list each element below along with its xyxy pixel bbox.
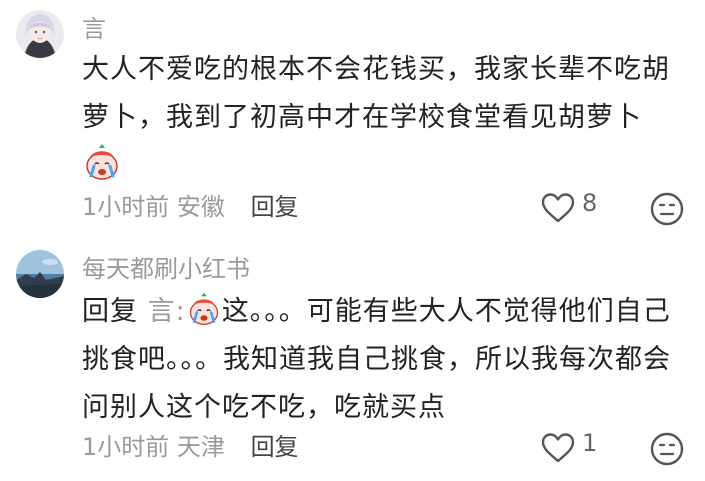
username[interactable]: 言 <box>82 14 106 44</box>
comment-item: 言 大人不爱吃的根本不会花钱买，我家长辈不吃胡萝卜，我到了初高中才在学校食堂看见… <box>0 0 705 240</box>
dislike-button[interactable] <box>650 432 684 466</box>
avatar[interactable] <box>16 250 64 298</box>
comment-text: 大人不爱吃的根本不会花钱买，我家长辈不吃胡萝卜，我到了初高中才在学校食堂看见胡萝… <box>82 54 670 133</box>
heart-outline-icon <box>540 192 576 224</box>
crying-face-emoji <box>82 142 122 182</box>
reply-button[interactable]: 回复 <box>251 433 299 461</box>
crying-face-emoji <box>186 291 222 327</box>
heart-outline-icon <box>540 432 576 464</box>
comment-location: 安徽 <box>176 193 225 221</box>
comment-meta: 1小时前 安徽 回复 <box>82 192 299 222</box>
comment-text: 回复 言: 这。。。可能有些大人不觉得他们自己挑食吧。。。我知道我自己挑食，所以… <box>82 288 692 432</box>
comment-meta: 1小时前 天津 回复 <box>82 432 299 462</box>
reply-button[interactable]: 回复 <box>251 193 299 221</box>
meh-face-icon <box>650 192 684 226</box>
like-count: 8 <box>582 189 598 217</box>
dislike-button[interactable] <box>650 192 684 226</box>
reply-prefix: 回复 <box>82 296 138 327</box>
comment-item: 每天都刷小红书 回复 言: 这。。。可能有些大人不觉得他们自己挑食吧。。。我知道… <box>0 240 705 481</box>
like-button[interactable]: 1 <box>540 429 598 466</box>
reply-target-username[interactable]: 言: <box>148 296 186 327</box>
comment-time: 1小时前 <box>82 193 170 221</box>
comment-location: 天津 <box>176 433 225 461</box>
like-count: 1 <box>582 429 598 457</box>
avatar[interactable] <box>16 10 64 58</box>
username[interactable]: 每天都刷小红书 <box>82 254 250 284</box>
comment-time: 1小时前 <box>82 433 170 461</box>
meh-face-icon <box>650 432 684 466</box>
like-button[interactable]: 8 <box>540 189 598 226</box>
